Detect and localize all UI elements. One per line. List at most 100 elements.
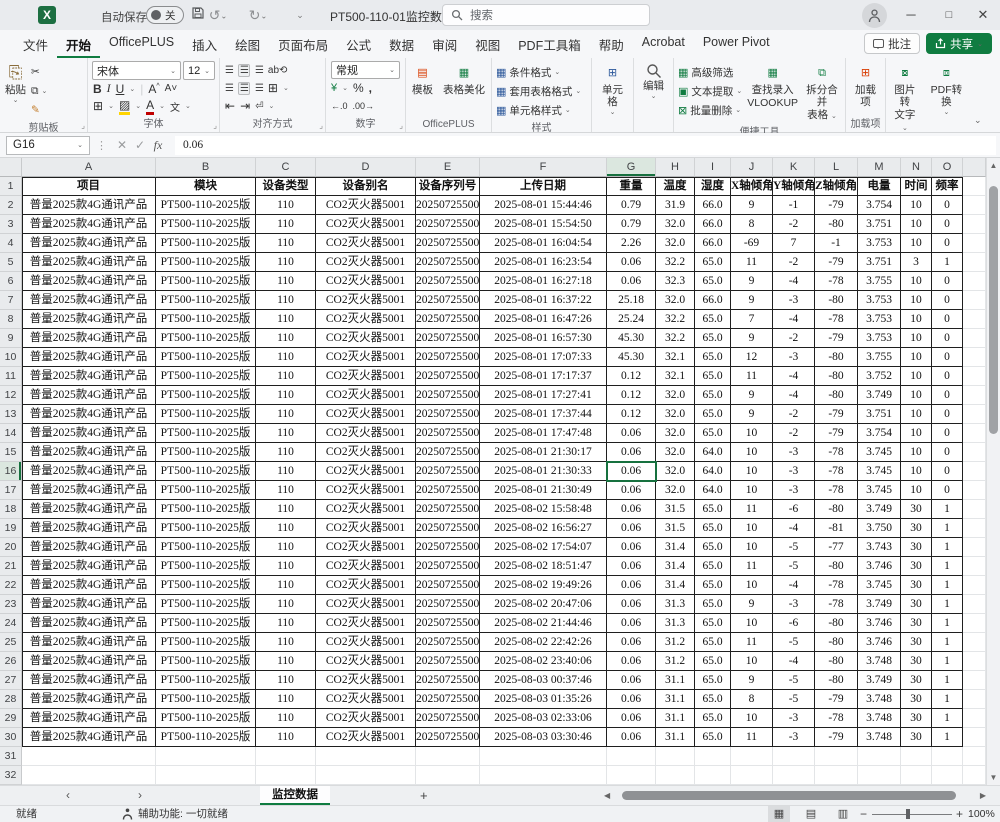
cell-O17[interactable]: 0 xyxy=(932,481,963,500)
cell-L11[interactable]: -80 xyxy=(815,367,858,386)
next-sheet-button[interactable]: › xyxy=(138,786,142,805)
cell-H7[interactable]: 32.0 xyxy=(656,291,695,310)
cell-B16[interactable]: PT500-110-2025版 xyxy=(156,462,256,481)
comma-style-button[interactable]: , xyxy=(369,81,372,95)
cell-J19[interactable]: 10 xyxy=(731,519,773,538)
zoom-slider-thumb[interactable] xyxy=(906,809,910,819)
cell-D12[interactable]: CO2灭火器5001 xyxy=(316,386,416,405)
row-header-6[interactable]: 6 xyxy=(0,272,22,291)
cell-O24[interactable]: 1 xyxy=(932,614,963,633)
cell-A13[interactable]: 普量2025款4G通讯产品 xyxy=(22,405,156,424)
cell-M29[interactable]: 3.748 xyxy=(858,709,901,728)
increase-indent-button[interactable]: ⇥ xyxy=(240,99,250,113)
cell-G18[interactable]: 0.06 xyxy=(607,500,656,519)
cell-J8[interactable]: 7 xyxy=(731,310,773,329)
cell-E18[interactable]: 202507255001 xyxy=(416,500,480,519)
row-header-24[interactable]: 24 xyxy=(0,614,22,633)
cell-F29[interactable]: 2025-08-03 02:33:06 xyxy=(480,709,607,728)
maximize-button[interactable]: □ xyxy=(936,4,962,26)
cell-B1[interactable]: 模块 xyxy=(156,177,256,196)
cell-F5[interactable]: 2025-08-01 16:23:54 xyxy=(480,253,607,272)
cell-L15[interactable]: -78 xyxy=(815,443,858,462)
cell-D21[interactable]: CO2灭火器5001 xyxy=(316,557,416,576)
ribbon-tab-绘图[interactable]: 绘图 xyxy=(226,30,269,59)
cell-F11[interactable]: 2025-08-01 17:17:37 xyxy=(480,367,607,386)
cell-M17[interactable]: 3.745 xyxy=(858,481,901,500)
cell-I5[interactable]: 65.0 xyxy=(695,253,731,272)
cell-D18[interactable]: CO2灭火器5001 xyxy=(316,500,416,519)
cell-M18[interactable]: 3.749 xyxy=(858,500,901,519)
cell-F7[interactable]: 2025-08-01 16:37:22 xyxy=(480,291,607,310)
cell-E26[interactable]: 202507255001 xyxy=(416,652,480,671)
cell-A32[interactable] xyxy=(22,766,156,785)
cell-F23[interactable]: 2025-08-02 20:47:06 xyxy=(480,595,607,614)
cell-E30[interactable]: 202507255001 xyxy=(416,728,480,747)
cell-I15[interactable]: 64.0 xyxy=(695,443,731,462)
cell-B19[interactable]: PT500-110-2025版 xyxy=(156,519,256,538)
cell-K23[interactable]: -3 xyxy=(773,595,815,614)
cell-F28[interactable]: 2025-08-03 01:35:26 xyxy=(480,690,607,709)
row-header-22[interactable]: 22 xyxy=(0,576,22,595)
cell-F4[interactable]: 2025-08-01 16:04:54 xyxy=(480,234,607,253)
cell-H26[interactable]: 31.2 xyxy=(656,652,695,671)
cell-M15[interactable]: 3.745 xyxy=(858,443,901,462)
cell-O19[interactable]: 1 xyxy=(932,519,963,538)
batch-delete-button[interactable]: ⊠批量删除⌄ xyxy=(676,101,744,119)
cell-D7[interactable]: CO2灭火器5001 xyxy=(316,291,416,310)
cell-D25[interactable]: CO2灭火器5001 xyxy=(316,633,416,652)
cell-C11[interactable]: 110 xyxy=(256,367,316,386)
cell-I1[interactable]: 湿度 xyxy=(695,177,731,196)
cell-B13[interactable]: PT500-110-2025版 xyxy=(156,405,256,424)
cell-A1[interactable]: 项目 xyxy=(22,177,156,196)
cell-E23[interactable]: 202507255001 xyxy=(416,595,480,614)
cell-C21[interactable]: 110 xyxy=(256,557,316,576)
row-header-7[interactable]: 7 xyxy=(0,291,22,310)
phonetic-button[interactable]: 文 xyxy=(170,99,180,114)
row-header-23[interactable]: 23 xyxy=(0,595,22,614)
cell-K4[interactable]: 7 xyxy=(773,234,815,253)
cell-M20[interactable]: 3.743 xyxy=(858,538,901,557)
cell-E7[interactable]: 202507255001 xyxy=(416,291,480,310)
cell-C13[interactable]: 110 xyxy=(256,405,316,424)
cell-O21[interactable]: 1 xyxy=(932,557,963,576)
row-header-28[interactable]: 28 xyxy=(0,690,22,709)
cell-H3[interactable]: 32.0 xyxy=(656,215,695,234)
cell-C16[interactable]: 110 xyxy=(256,462,316,481)
row-header-32[interactable]: 32 xyxy=(0,766,22,785)
redo-dropdown-icon[interactable]: ⌄ xyxy=(261,11,268,20)
cell-I26[interactable]: 65.0 xyxy=(695,652,731,671)
cell-D1[interactable]: 设备别名 xyxy=(316,177,416,196)
cell-H8[interactable]: 32.2 xyxy=(656,310,695,329)
cell-K22[interactable]: -4 xyxy=(773,576,815,595)
fill-color-dropdown-icon[interactable]: ⌄ xyxy=(135,102,141,110)
cell-E5[interactable]: 202507255001 xyxy=(416,253,480,272)
cell-G19[interactable]: 0.06 xyxy=(607,519,656,538)
cell-D17[interactable]: CO2灭火器5001 xyxy=(316,481,416,500)
cell-B6[interactable]: PT500-110-2025版 xyxy=(156,272,256,291)
row-header-21[interactable]: 21 xyxy=(0,557,22,576)
cell-M16[interactable]: 3.745 xyxy=(858,462,901,481)
column-header-J[interactable]: J xyxy=(731,158,773,177)
cell-N6[interactable]: 10 xyxy=(901,272,932,291)
cell-I28[interactable]: 65.0 xyxy=(695,690,731,709)
cell-M28[interactable]: 3.748 xyxy=(858,690,901,709)
underline-button[interactable]: U xyxy=(116,82,125,96)
cell-O23[interactable]: 1 xyxy=(932,595,963,614)
cell-C3[interactable]: 110 xyxy=(256,215,316,234)
cell-D27[interactable]: CO2灭火器5001 xyxy=(316,671,416,690)
cell-E32[interactable] xyxy=(416,766,480,785)
share-button[interactable]: 共享 ⌄ xyxy=(926,33,992,54)
decrease-indent-button[interactable]: ⇤ xyxy=(225,99,235,113)
cell-H10[interactable]: 32.1 xyxy=(656,348,695,367)
cell-B9[interactable]: PT500-110-2025版 xyxy=(156,329,256,348)
cell-O12[interactable]: 0 xyxy=(932,386,963,405)
cell-J25[interactable]: 11 xyxy=(731,633,773,652)
cell-I14[interactable]: 65.0 xyxy=(695,424,731,443)
cell-C23[interactable]: 110 xyxy=(256,595,316,614)
align-left-button[interactable]: ☰ xyxy=(225,83,233,94)
cell-C22[interactable]: 110 xyxy=(256,576,316,595)
addins-button[interactable]: ⊞ 加载项 xyxy=(848,61,883,110)
cell-B17[interactable]: PT500-110-2025版 xyxy=(156,481,256,500)
cell-N19[interactable]: 30 xyxy=(901,519,932,538)
ribbon-collapse-icon[interactable]: ⌄ xyxy=(974,115,982,126)
